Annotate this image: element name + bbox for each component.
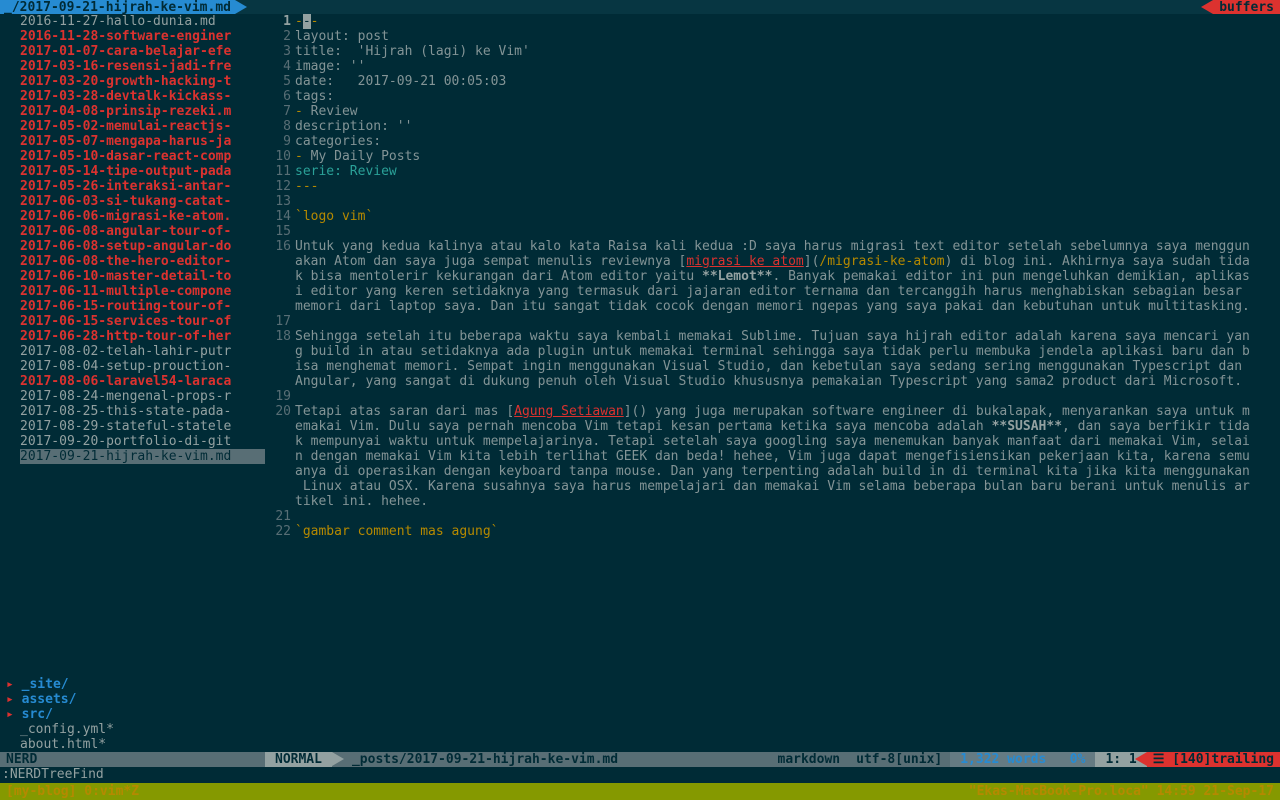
file-item[interactable]: 2017-06-08-angular-tour-of- [20, 224, 265, 239]
file-item[interactable]: 2017-05-10-dasar-react-comp [20, 149, 265, 164]
tmux-statusbar: [my-blog] 0:vim*Z "Ekas-MacBook-Pro.loca… [0, 783, 1280, 800]
file-item[interactable]: 2017-08-06-laravel54-laraca [20, 374, 265, 389]
file-item[interactable]: 2017-06-11-multiple-compone [20, 284, 265, 299]
filetype: markdown [770, 752, 849, 767]
file-item[interactable]: 2017-06-28-http-tour-of-her [20, 329, 265, 344]
tab-current[interactable]: _/2017-09-21-hijrah-ke-vim.md [0, 0, 235, 14]
file-item[interactable]: 2017-05-26-interaksi-antar- [20, 179, 265, 194]
nerdtree-status: NERD [0, 752, 265, 767]
wordcount: 1,322 words 0% [950, 752, 1095, 767]
file-item[interactable]: 2017-06-08-setup-angular-do [20, 239, 265, 254]
trailing-whitespace: ☰ [140]trailing [1147, 752, 1280, 767]
file-item[interactable]: 2017-03-16-resensi-jadi-fre [20, 59, 265, 74]
file-item[interactable]: 2017-06-15-routing-tour-of- [20, 299, 265, 314]
nerdtree-sidebar[interactable]: 2016-11-27-hallo-dunia.md2016-11-28-soft… [0, 14, 265, 752]
file-item[interactable]: 2017-08-25-this-state-pada- [20, 404, 265, 419]
file-item[interactable]: 2017-09-20-portfolio-di-git [20, 434, 265, 449]
file-item[interactable]: 2017-06-03-si-tukang-catat- [20, 194, 265, 209]
dir-item[interactable]: ▸ _site/ [0, 677, 265, 692]
file-item[interactable]: 2017-08-24-mengenal-props-r [20, 389, 265, 404]
line-numbers: 12345678910111213141516171819202122 [265, 14, 295, 752]
command-line[interactable]: :NERDTreeFind [0, 767, 1280, 783]
tmux-session: [my-blog] 0:vim*Z [6, 784, 139, 799]
editor-pane[interactable]: 12345678910111213141516171819202122 ---l… [265, 14, 1280, 752]
file-item[interactable]: _config.yml* [0, 722, 265, 737]
file-item[interactable]: 2017-06-06-migrasi-ke-atom. [20, 209, 265, 224]
file-path: _posts/2017-09-21-hijrah-ke-vim.md [332, 752, 770, 767]
tab-buffers[interactable]: buffers [1213, 0, 1280, 14]
file-item[interactable]: 2017-03-20-growth-hacking-t [20, 74, 265, 89]
dir-item[interactable]: ▸ assets/ [0, 692, 265, 707]
file-item[interactable]: 2017-09-21-hijrah-ke-vim.md [20, 449, 265, 464]
file-item[interactable]: 2017-05-14-tipe-output-pada [20, 164, 265, 179]
file-item[interactable]: 2016-11-27-hallo-dunia.md [20, 14, 265, 29]
file-item[interactable]: 2017-01-07-cara-belajar-efe [20, 44, 265, 59]
mode-indicator: NORMAL [265, 752, 332, 767]
buffer-tabline: _/2017-09-21-hijrah-ke-vim.md buffers [0, 0, 1280, 14]
file-item[interactable]: 2017-03-28-devtalk-kickass- [20, 89, 265, 104]
file-item[interactable]: 2017-05-07-mengapa-harus-ja [20, 134, 265, 149]
encoding: utf-8[unix] [848, 752, 950, 767]
file-item[interactable]: 2016-11-28-software-enginer [20, 29, 265, 44]
file-item[interactable]: 2017-06-15-services-tour-of [20, 314, 265, 329]
statusline: NERD NORMAL _posts/2017-09-21-hijrah-ke-… [0, 752, 1280, 767]
file-item[interactable]: 2017-08-02-telah-lahir-putr [20, 344, 265, 359]
file-item[interactable]: 2017-08-04-setup-prouction- [20, 359, 265, 374]
file-item[interactable]: 2017-04-08-prinsip-rezeki.m [20, 104, 265, 119]
file-item[interactable]: 2017-06-08-the-hero-editor- [20, 254, 265, 269]
file-item[interactable]: 2017-05-02-memulai-reactjs- [20, 119, 265, 134]
file-item[interactable]: about.html* [0, 737, 265, 752]
file-item[interactable]: 2017-08-29-stateful-statele [20, 419, 265, 434]
dir-item[interactable]: ▸ src/ [0, 707, 265, 722]
buffer-content[interactable]: ---layout: posttitle: 'Hijrah (lagi) ke … [295, 14, 1280, 752]
tmux-clock: "Ekas-MacBook-Pro.loca" 14:59 21-Sep-17 [969, 784, 1274, 799]
file-item[interactable]: 2017-06-10-master-detail-to [20, 269, 265, 284]
